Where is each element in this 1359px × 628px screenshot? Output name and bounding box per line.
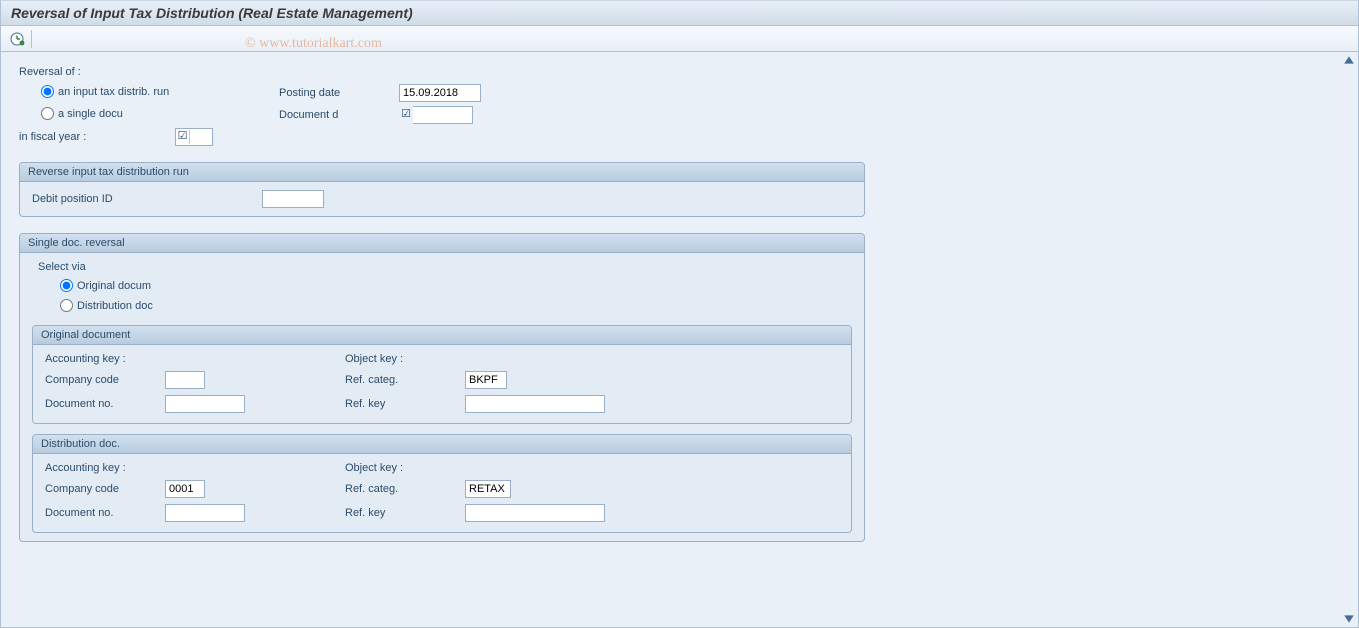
select-via-label: Select via (38, 261, 852, 273)
dist-company-code-label: Company code (45, 483, 165, 495)
debit-position-label: Debit position ID (32, 193, 262, 205)
dist-ref-key-input[interactable] (465, 504, 605, 522)
orig-doc-no-input[interactable] (165, 395, 245, 413)
group-single-reversal: Single doc. reversal Select via Original… (19, 233, 865, 542)
orig-acc-key-label: Accounting key : (45, 353, 165, 365)
execute-icon[interactable] (9, 31, 25, 47)
subgroup-distribution-doc: Distribution doc. Accounting key : Compa… (32, 434, 852, 533)
orig-obj-key-label: Object key : (345, 353, 465, 365)
radio-original-docum[interactable]: Original docum (60, 279, 151, 292)
orig-ref-key-label: Ref. key (345, 398, 465, 410)
title-bar: Reversal of Input Tax Distribution (Real… (0, 0, 1359, 26)
subgroup-dist-title: Distribution doc. (33, 435, 851, 454)
document-d-input[interactable] (413, 106, 473, 124)
posting-date-label: Posting date (279, 87, 399, 99)
posting-date-input[interactable] (399, 84, 481, 102)
radio-original-label: Original docum (77, 280, 151, 292)
reversal-of-section: Reversal of : an input tax distrib. run … (19, 66, 1340, 146)
dist-obj-key-label: Object key : (345, 462, 465, 474)
scroll-down-icon[interactable] (1343, 613, 1355, 625)
dist-ref-categ-label: Ref. categ. (345, 483, 465, 495)
group-reverse-run: Reverse input tax distribution run Debit… (19, 162, 865, 217)
subgroup-original-title: Original document (33, 326, 851, 345)
page-title: Reversal of Input Tax Distribution (Real… (11, 5, 413, 21)
content-area: Reversal of : an input tax distrib. run … (0, 52, 1359, 628)
check-icon: ☑ (399, 108, 413, 122)
dist-doc-no-label: Document no. (45, 507, 165, 519)
subgroup-original-document: Original document Accounting key : Compa… (32, 325, 852, 424)
orig-ref-categ-input[interactable] (465, 371, 507, 389)
document-d-label: Document d (279, 109, 399, 121)
radio-distribution-label: Distribution doc (77, 300, 153, 312)
dist-ref-categ-input[interactable] (465, 480, 511, 498)
orig-company-code-input[interactable] (165, 371, 205, 389)
radio-single-doc-label: a single docu (58, 108, 123, 120)
scroll-up-icon[interactable] (1343, 54, 1355, 66)
group-reverse-run-title: Reverse input tax distribution run (20, 163, 864, 182)
dist-company-code-input[interactable] (165, 480, 205, 498)
reversal-of-label: Reversal of : (19, 66, 279, 78)
toolbar-separator (31, 30, 32, 48)
radio-single-doc[interactable]: a single docu (41, 107, 123, 120)
radio-distrib-run[interactable]: an input tax distrib. run (41, 85, 169, 98)
radio-distribution-doc[interactable]: Distribution doc (60, 299, 153, 312)
orig-doc-no-label: Document no. (45, 398, 165, 410)
toolbar (0, 26, 1359, 52)
group-single-reversal-title: Single doc. reversal (20, 234, 864, 253)
dist-doc-no-input[interactable] (165, 504, 245, 522)
fiscal-year-label: in fiscal year : (19, 131, 175, 143)
check-icon: ☑ (176, 130, 190, 144)
dist-ref-key-label: Ref. key (345, 507, 465, 519)
radio-distrib-run-label: an input tax distrib. run (58, 86, 169, 98)
fiscal-year-input[interactable] (190, 129, 212, 145)
orig-ref-key-input[interactable] (465, 395, 605, 413)
debit-position-input[interactable] (262, 190, 324, 208)
orig-ref-categ-label: Ref. categ. (345, 374, 465, 386)
scrollbar-vertical[interactable] (1342, 54, 1356, 625)
orig-company-code-label: Company code (45, 374, 165, 386)
dist-acc-key-label: Accounting key : (45, 462, 165, 474)
